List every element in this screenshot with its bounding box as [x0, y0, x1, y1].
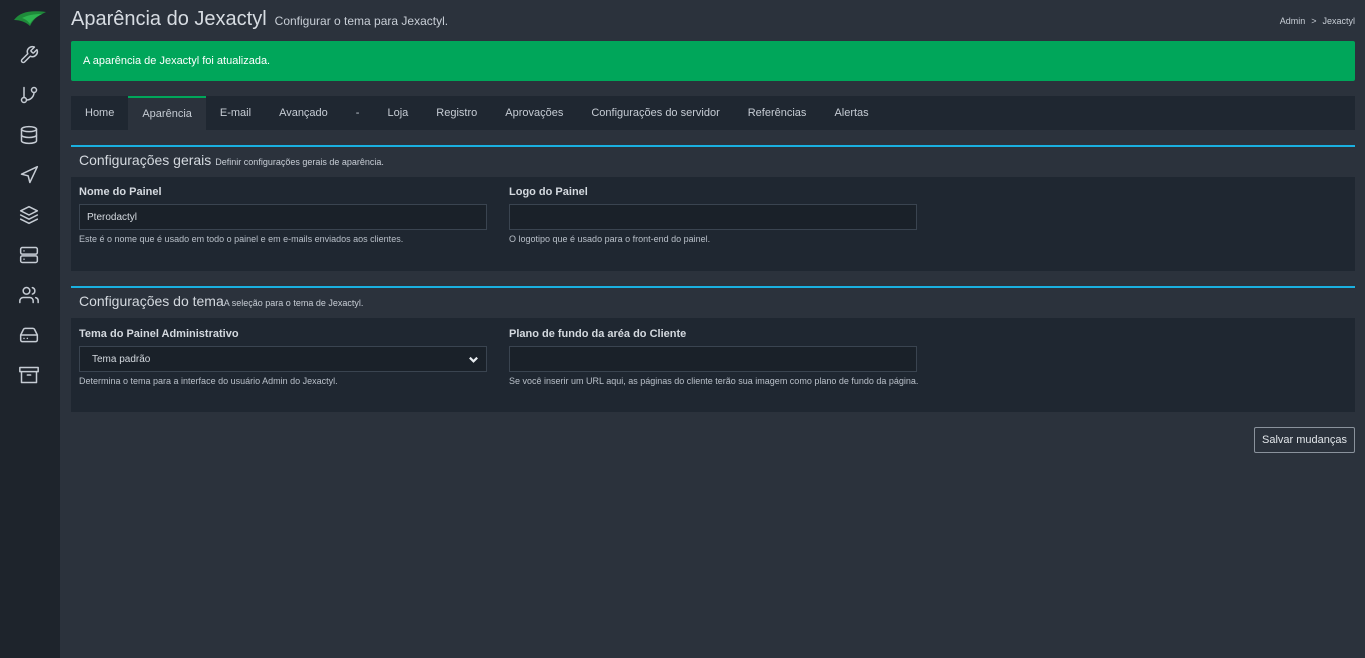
tab-home[interactable]: Home	[71, 96, 128, 130]
admin-theme-selected: Tema padrão	[92, 353, 151, 365]
send-icon[interactable]	[18, 164, 40, 186]
theme-settings-box: Configurações do tema A seleção para o t…	[71, 286, 1355, 412]
page-header: Aparência do Jexactyl Configurar o tema …	[71, 8, 448, 32]
tab-alertas[interactable]: Alertas	[820, 96, 882, 130]
theme-settings-header: Configurações do tema A seleção para o t…	[71, 288, 1355, 318]
theme-settings-title: Configurações do tema	[79, 293, 224, 309]
sidebar	[0, 0, 60, 658]
admin-theme-help: Determina o tema para a interface do usu…	[79, 376, 338, 386]
tab-registro[interactable]: Registro	[422, 96, 491, 130]
tab-configuracoes-servidor[interactable]: Configurações do servidor	[577, 96, 733, 130]
general-settings-box: Configurações gerais Definir configuraçõ…	[71, 145, 1355, 271]
git-branch-icon[interactable]	[18, 84, 40, 106]
theme-settings-subtitle: A seleção para o tema de Jexactyl.	[223, 298, 364, 308]
tab-dash[interactable]: -	[342, 96, 374, 130]
breadcrumb-admin[interactable]: Admin	[1280, 16, 1306, 26]
breadcrumb: Admin > Jexactyl	[1280, 16, 1355, 26]
tab-aparencia[interactable]: Aparência	[128, 96, 206, 130]
admin-theme-field: Tema do Painel Administrativo Tema padrã…	[79, 328, 487, 386]
success-alert: A aparência de Jexactyl foi atualizada.	[71, 41, 1355, 81]
tab-aprovacoes[interactable]: Aprovações	[491, 96, 577, 130]
client-background-field: Plano de fundo da aréa do Cliente Se voc…	[509, 328, 919, 386]
chevron-down-icon	[469, 356, 478, 363]
tab-loja[interactable]: Loja	[373, 96, 422, 130]
breadcrumb-current: Jexactyl	[1322, 16, 1355, 26]
tab-avancado[interactable]: Avançado	[265, 96, 342, 130]
hard-drive-icon[interactable]	[18, 324, 40, 346]
settings-tabs: Home Aparência E-mail Avançado - Loja Re…	[71, 96, 1355, 130]
panel-logo-input[interactable]	[509, 204, 917, 230]
general-settings-subtitle: Definir configurações gerais de aparênci…	[215, 157, 384, 167]
page-title: Aparência do Jexactyl	[71, 8, 267, 30]
server-icon[interactable]	[18, 244, 40, 266]
general-settings-title: Configurações gerais	[79, 152, 212, 168]
client-background-input[interactable]	[509, 346, 917, 372]
panel-name-help: Este é o nome que é usado em todo o pain…	[79, 234, 404, 244]
panel-logo-field: Logo do Painel O logotipo que é usado pa…	[509, 186, 917, 244]
database-icon[interactable]	[18, 124, 40, 146]
save-changes-button[interactable]: Salvar mudanças	[1254, 427, 1355, 453]
archive-icon[interactable]	[18, 364, 40, 386]
client-background-label: Plano de fundo da aréa do Cliente	[509, 328, 687, 340]
general-settings-header: Configurações gerais Definir configuraçõ…	[71, 147, 1355, 177]
panel-name-label: Nome do Painel	[79, 186, 162, 198]
admin-theme-label: Tema do Painel Administrativo	[79, 328, 239, 340]
panel-logo-help: O logotipo que é usado para o front-end …	[509, 234, 711, 244]
tab-email[interactable]: E-mail	[206, 96, 265, 130]
layers-icon[interactable]	[18, 204, 40, 226]
panel-logo-label: Logo do Painel	[509, 186, 588, 198]
users-icon[interactable]	[18, 284, 40, 306]
tab-referencias[interactable]: Referências	[734, 96, 821, 130]
client-background-help: Se você inserir um URL aqui, as páginas …	[509, 376, 919, 386]
alert-message: A aparência de Jexactyl foi atualizada.	[83, 55, 271, 67]
page-subtitle: Configurar o tema para Jexactyl.	[274, 14, 449, 28]
wrench-icon[interactable]	[18, 44, 40, 66]
jexactyl-logo[interactable]	[12, 6, 48, 32]
admin-theme-select[interactable]: Tema padrão	[79, 346, 487, 372]
breadcrumb-separator: >	[1311, 16, 1317, 26]
panel-name-field: Nome do Painel Pterodactyl Este é o nome…	[79, 186, 487, 244]
panel-name-input[interactable]: Pterodactyl	[79, 204, 487, 230]
